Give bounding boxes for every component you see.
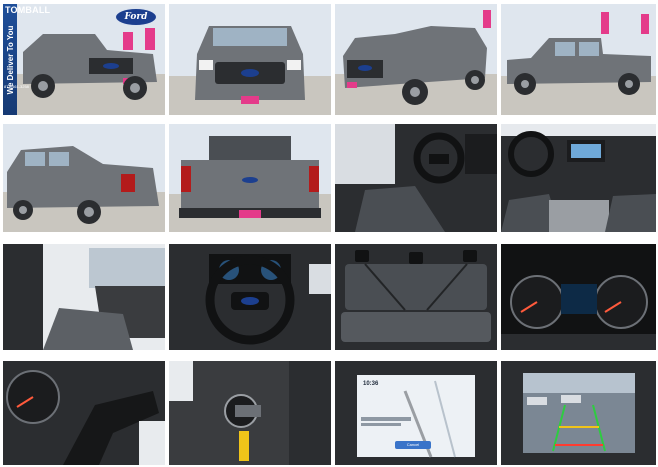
photo-front-three-quarter[interactable]	[335, 4, 497, 115]
photo-instrument-cluster[interactable]	[501, 244, 656, 350]
photo-rear[interactable]	[169, 124, 331, 232]
interior-photo	[3, 244, 165, 350]
photo-rear-seats[interactable]	[335, 244, 497, 350]
photo-rear-three-quarter[interactable]	[3, 124, 165, 232]
brand-logo-text: Ford	[124, 12, 148, 22]
photo-key-ignition[interactable]	[169, 361, 331, 465]
photo-steering-wheel[interactable]	[169, 244, 331, 350]
dealer-name: TOMBALL	[5, 5, 51, 15]
photo-dashboard-center[interactable]	[501, 124, 656, 232]
interior-photo	[501, 124, 656, 232]
screen-photo	[335, 361, 497, 465]
photo-navigation-screen[interactable]: 10:36 Cancel	[335, 361, 497, 465]
photo-driver-interior[interactable]	[335, 124, 497, 232]
interior-photo	[169, 361, 331, 465]
photo-side-profile[interactable]	[501, 4, 656, 115]
photo-backup-camera-screen[interactable]	[501, 361, 656, 465]
photo-front[interactable]	[169, 4, 331, 115]
nav-cancel-button[interactable]: Cancel	[395, 441, 431, 449]
photo-gallery-grid: TOMBALL We Deliver To You 877-461-3258 F…	[0, 0, 658, 467]
truck-photo	[501, 4, 656, 115]
truck-photo	[3, 124, 165, 232]
ford-logo-icon: Ford	[115, 8, 157, 26]
interior-photo	[501, 244, 656, 350]
interior-photo	[335, 244, 497, 350]
interior-photo	[335, 124, 497, 232]
truck-photo	[169, 4, 331, 115]
photo-passenger-door[interactable]	[3, 244, 165, 350]
nav-clock: 10:36	[363, 381, 379, 387]
interior-photo	[3, 361, 165, 465]
truck-photo	[169, 124, 331, 232]
screen-photo	[501, 361, 656, 465]
photo-front-three-quarter-branded[interactable]: TOMBALL We Deliver To You 877-461-3258 F…	[3, 4, 165, 115]
dealer-phone: 877-461-3258	[4, 84, 29, 89]
interior-photo	[169, 244, 331, 350]
truck-photo	[335, 4, 497, 115]
photo-turn-signal-stalk[interactable]	[3, 361, 165, 465]
